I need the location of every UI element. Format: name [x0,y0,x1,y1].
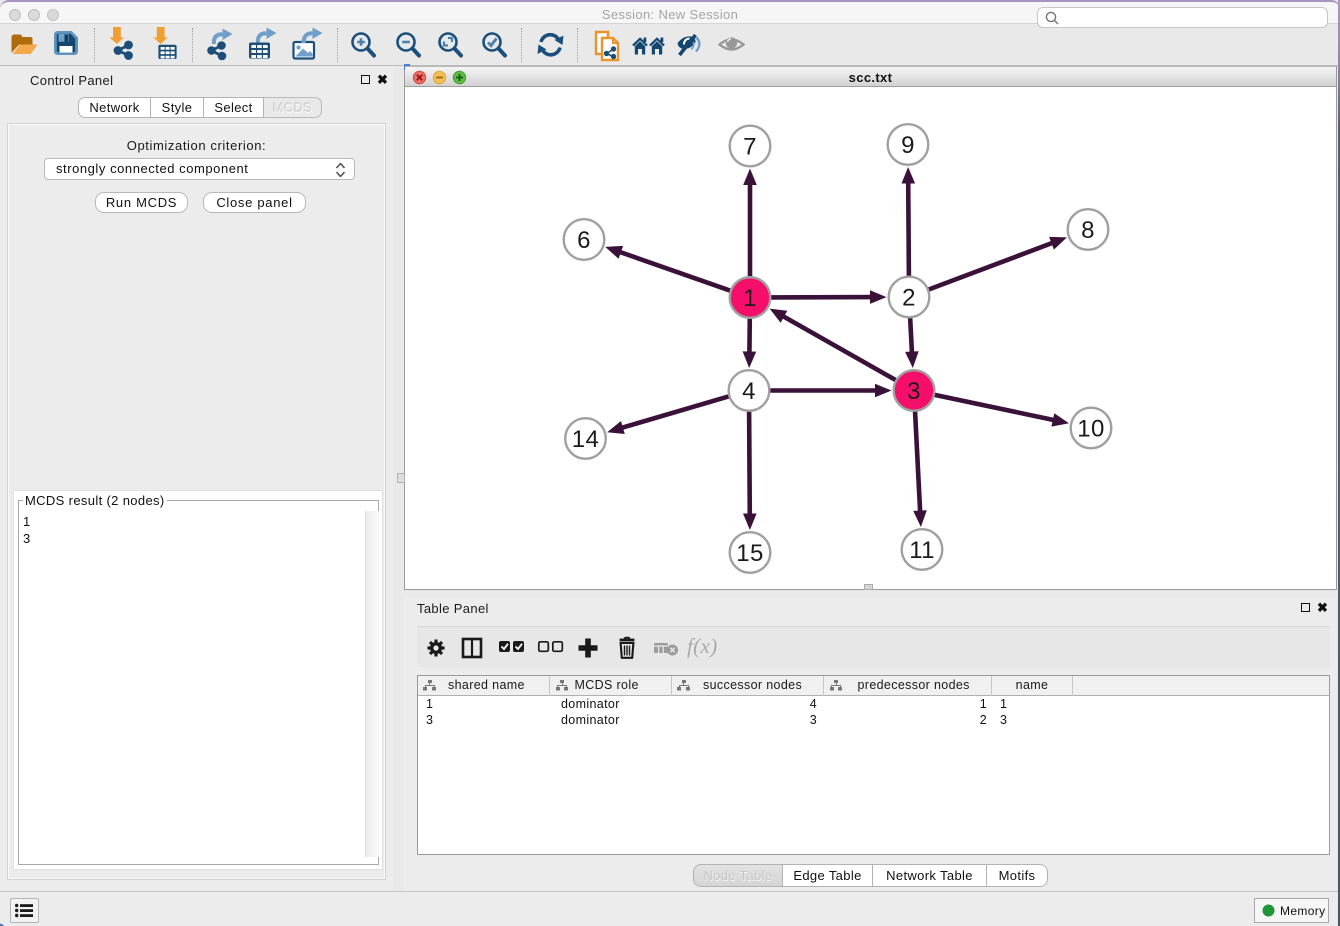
svg-text:10: 10 [1077,416,1104,443]
svg-text:15: 15 [736,540,763,567]
svg-text:11: 11 [909,537,935,564]
svg-text:3: 3 [907,378,921,405]
svg-text:6: 6 [577,227,591,254]
svg-text:9: 9 [901,132,915,159]
svg-text:7: 7 [743,134,757,161]
svg-text:2: 2 [902,285,916,312]
svg-text:1: 1 [743,285,757,312]
svg-text:4: 4 [742,378,756,405]
svg-text:14: 14 [572,426,599,453]
svg-text:8: 8 [1081,217,1095,244]
